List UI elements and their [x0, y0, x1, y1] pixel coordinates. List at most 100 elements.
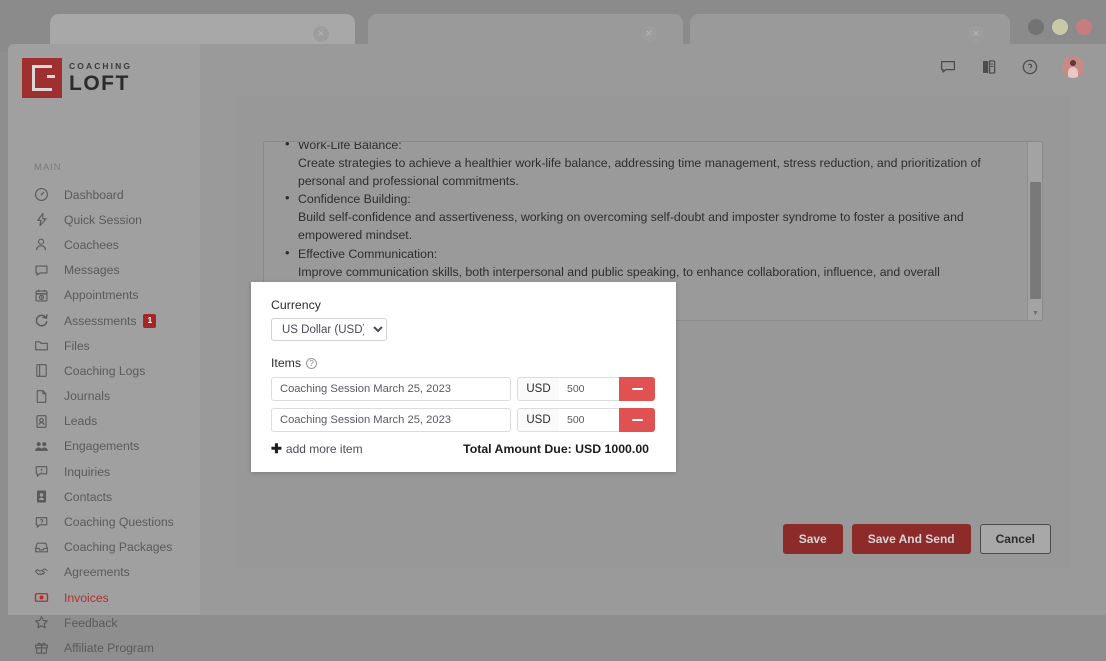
chat-icon[interactable]: [939, 58, 957, 76]
items-label: Items ?: [271, 356, 656, 370]
coaching-loft-logo-icon: [22, 58, 62, 98]
app-logo[interactable]: COACHING LOFT: [22, 58, 132, 98]
sidebar-item-label: Engagements: [64, 439, 139, 453]
sidebar-item-label: Inquiries: [64, 465, 110, 479]
sidebar-item-messages[interactable]: Messages: [8, 258, 200, 283]
banknote-icon: [34, 590, 53, 606]
sidebar-item-coaching-logs[interactable]: Coaching Logs: [8, 358, 200, 383]
window-dot-3[interactable]: [1076, 19, 1092, 35]
currency-select[interactable]: US Dollar (USD): [271, 318, 387, 341]
description-detail: Create strategies to achieve a healthier…: [298, 154, 1012, 190]
sidebar-item-coaching-questions[interactable]: Coaching Questions: [8, 509, 200, 534]
invoice-items-modal: Currency US Dollar (USD) Items ? USD USD: [251, 282, 676, 472]
sidebar-item-coaching-packages[interactable]: Coaching Packages: [8, 535, 200, 560]
item-description-input[interactable]: [271, 408, 511, 432]
items-label-text: Items: [271, 356, 301, 370]
user-group-icon: [34, 237, 53, 253]
topbar-icon-group: [939, 56, 1084, 78]
item-amount-input[interactable]: [559, 408, 619, 432]
add-more-item-button[interactable]: ✚ add more item: [271, 441, 363, 457]
tab-close-icon[interactable]: ×: [968, 26, 984, 42]
lightning-icon: [34, 212, 53, 228]
description-bullet: Work-Life Balance: Create strategies to …: [282, 141, 1012, 190]
sidebar-item-engagements[interactable]: Engagements: [8, 434, 200, 459]
contact-card-icon: [34, 489, 53, 505]
scrollbar-thumb[interactable]: [1030, 182, 1041, 299]
people-icon: [34, 438, 53, 454]
logo-bottom-text: LOFT: [69, 73, 132, 94]
gift-icon: [34, 640, 53, 656]
sidebar-item-files[interactable]: Files: [8, 333, 200, 358]
handshake-icon: [34, 564, 53, 580]
sidebar-item-affiliate-program[interactable]: Affiliate Program: [8, 635, 200, 660]
sidebar-item-assessments[interactable]: Assessments 1: [8, 308, 200, 333]
notebook-icon: [34, 363, 53, 379]
tab-close-icon[interactable]: ×: [641, 26, 657, 42]
plus-icon: ✚: [271, 441, 282, 457]
sidebar-item-label: Files: [64, 339, 90, 353]
inbox-tray-icon: [34, 539, 53, 555]
sidebar-nav-list: Dashboard Quick Session Coachees Message…: [8, 182, 200, 661]
sidebar-section-label: MAIN: [34, 162, 61, 173]
sidebar-item-leads[interactable]: Leads: [8, 409, 200, 434]
sidebar-item-appointments[interactable]: Appointments: [8, 283, 200, 308]
lead-card-icon: [34, 413, 53, 429]
sidebar-item-label: Messages: [64, 263, 120, 277]
question-mark-bubble-icon: [34, 514, 53, 530]
sidebar-item-label: Coachees: [64, 238, 119, 252]
cancel-button[interactable]: Cancel: [980, 524, 1051, 554]
description-term: Work-Life Balance:: [298, 141, 1012, 154]
logo-top-text: COACHING: [69, 62, 132, 71]
currency-label: Currency: [271, 298, 656, 312]
sidebar-item-contacts[interactable]: Contacts: [8, 484, 200, 509]
sidebar-item-label: Quick Session: [64, 213, 142, 227]
save-button[interactable]: Save: [783, 524, 843, 554]
folder-icon: [34, 338, 53, 354]
assessments-badge: 1: [143, 314, 156, 328]
speech-bubble-icon: [34, 262, 53, 278]
sidebar-item-agreements[interactable]: Agreements: [8, 560, 200, 585]
sidebar-item-label: Feedback: [64, 616, 118, 630]
sidebar-item-label: Leads: [64, 414, 97, 428]
speedometer-icon: [34, 187, 53, 203]
remove-item-button[interactable]: [619, 377, 655, 401]
question-bubble-icon: [34, 464, 53, 480]
sidebar-item-label: Coaching Packages: [64, 540, 172, 554]
page-icon: [34, 388, 53, 404]
help-circle-icon[interactable]: [1021, 58, 1039, 76]
tab-close-icon[interactable]: ×: [313, 26, 329, 42]
star-icon: [34, 615, 53, 631]
save-and-send-button[interactable]: Save And Send: [852, 524, 971, 554]
total-amount-due: Total Amount Due: USD 1000.00: [463, 442, 649, 456]
item-currency-label: USD: [517, 408, 559, 432]
description-bullet: Confidence Building: Build self-confiden…: [282, 190, 1012, 244]
remove-item-button[interactable]: [619, 408, 655, 432]
window-dot-2[interactable]: [1052, 19, 1068, 35]
help-icon[interactable]: ?: [306, 358, 317, 369]
user-avatar[interactable]: [1062, 56, 1084, 78]
sidebar-item-coachees[interactable]: Coachees: [8, 232, 200, 257]
invoice-item-row: USD: [271, 377, 656, 401]
sidebar-item-feedback[interactable]: Feedback: [8, 610, 200, 635]
item-amount-input[interactable]: [559, 377, 619, 401]
sidebar-item-inquiries[interactable]: Inquiries: [8, 459, 200, 484]
description-scrollbar[interactable]: ▼: [1027, 142, 1042, 320]
sidebar-item-label: Appointments: [64, 288, 139, 302]
logo-text: COACHING LOFT: [69, 62, 132, 94]
book-icon[interactable]: [980, 58, 998, 76]
scroll-down-arrow-icon[interactable]: ▼: [1028, 306, 1043, 320]
window-controls: [1028, 19, 1092, 35]
sidebar-item-quick-session[interactable]: Quick Session: [8, 207, 200, 232]
sidebar-item-label: Affiliate Program: [64, 641, 154, 655]
sidebar-item-dashboard[interactable]: Dashboard: [8, 182, 200, 207]
item-description-input[interactable]: [271, 377, 511, 401]
sidebar-item-label: Coaching Logs: [64, 364, 145, 378]
add-more-item-label: add more item: [286, 442, 363, 456]
description-detail: Build self-confidence and assertiveness,…: [298, 208, 1012, 244]
refresh-circle-icon: [34, 313, 53, 329]
window-dot-1[interactable]: [1028, 19, 1044, 35]
topbar: [200, 44, 1106, 96]
sidebar-item-journals[interactable]: Journals: [8, 384, 200, 409]
form-action-buttons: Save Save And Send Cancel: [783, 524, 1051, 554]
sidebar-item-invoices[interactable]: Invoices: [8, 585, 200, 610]
